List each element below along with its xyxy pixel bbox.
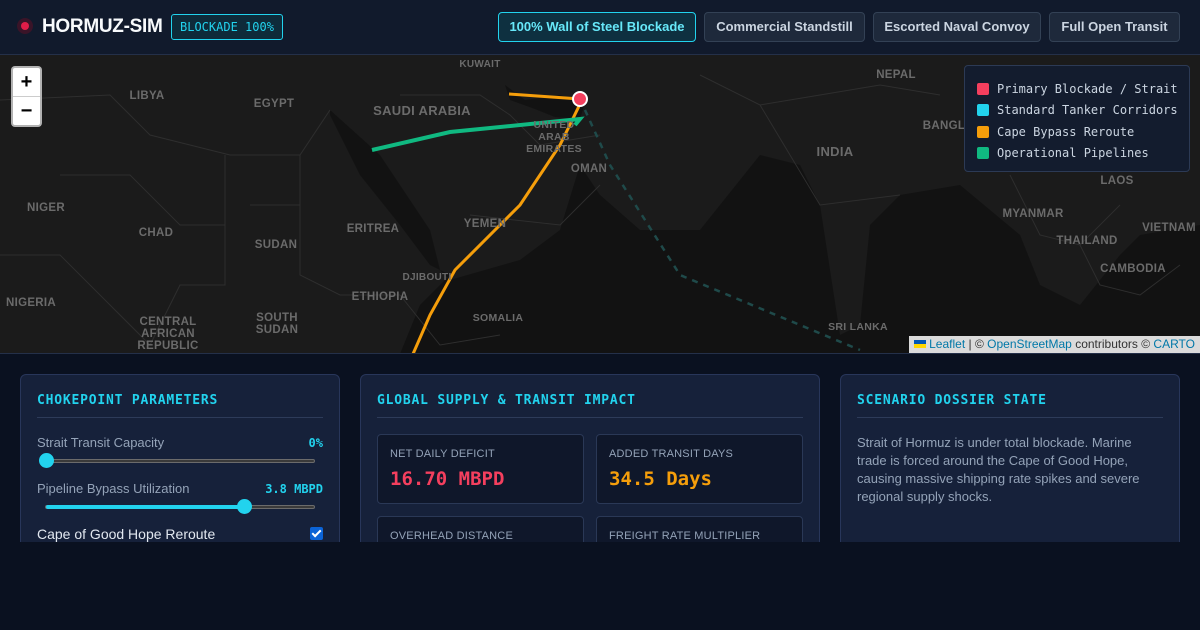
zoom-in-button[interactable]: + [13, 68, 40, 97]
metric-value: 16.70 MBPD [390, 468, 505, 490]
map-label: VIETNAM [1142, 222, 1196, 234]
cape-reroute-checkbox[interactable] [310, 527, 323, 540]
pipeline-bypass-value: 3.8 MBPD [265, 482, 323, 496]
legend-item: Primary Blockade / Strait [977, 78, 1189, 100]
ukraine-flag-icon [914, 340, 927, 348]
legend-swatch-icon [977, 104, 989, 117]
divider [377, 417, 803, 418]
legend-item: Cape Bypass Reroute [977, 121, 1189, 143]
legend-swatch-icon [977, 125, 989, 138]
map-label: DJIBOUTI [402, 272, 452, 283]
openstreetmap-link[interactable]: OpenStreetMap [987, 337, 1072, 351]
metric-card-deficit: NET DAILY DEFICIT 16.70 MBPD [377, 434, 584, 504]
app-header: HORMUZ-SIM BLOCKADE 100% 100% Wall of St… [0, 0, 1200, 55]
legend-label: Primary Blockade / Strait [997, 81, 1178, 96]
legend-item: Standard Tanker Corridors [977, 100, 1189, 122]
scenario-commercial-standstill-button[interactable]: Commercial Standstill [704, 12, 865, 42]
legend-swatch-icon [977, 147, 989, 160]
map-label: SOUTH SUDAN [255, 312, 299, 336]
scenario-dossier-panel: SCENARIO DOSSIER STATE Strait of Hormuz … [840, 374, 1180, 564]
map-legend: Primary Blockade / Strait Standard Tanke… [964, 65, 1190, 172]
map-label: THAILAND [1056, 235, 1118, 247]
map-label: LAOS [1100, 175, 1134, 187]
map-label: INDIA [816, 144, 854, 159]
pipeline-bypass-slider[interactable] [45, 499, 315, 514]
divider [857, 417, 1163, 418]
strait-blockade-marker [572, 91, 588, 107]
slider-thumb[interactable] [237, 499, 253, 514]
slider-fill [46, 505, 245, 509]
map-label: CENTRAL AFRICAN REPUBLIC [137, 316, 199, 352]
attribution-separator: | © [968, 337, 984, 351]
attribution-contributors: contributors © [1075, 337, 1151, 351]
panel-title: CHOKEPOINT PARAMETERS [37, 393, 219, 408]
divider [37, 417, 323, 418]
map-label: BANGL [922, 120, 966, 132]
map-attribution: Leaflet | © OpenStreetMap contributors ©… [909, 336, 1200, 353]
legend-label: Operational Pipelines [997, 146, 1149, 161]
map-label: YEMEN [463, 218, 507, 230]
legend-item: Operational Pipelines [977, 143, 1189, 165]
map-label: SRI LANKA [828, 321, 888, 333]
map-label: EGYPT [253, 98, 295, 110]
supply-impact-panel: GLOBAL SUPPLY & TRANSIT IMPACT NET DAILY… [360, 374, 820, 564]
legend-swatch-icon [977, 82, 989, 95]
map-label: OMAN [570, 163, 608, 175]
map-label: SUDAN [254, 239, 298, 251]
scenario-full-open-transit-button[interactable]: Full Open Transit [1049, 12, 1180, 42]
panel-title: GLOBAL SUPPLY & TRANSIT IMPACT [377, 393, 636, 408]
metric-label: FREIGHT RATE MULTIPLIER [609, 530, 761, 542]
zoom-control: + − [11, 66, 42, 127]
app-title: HORMUZ-SIM [42, 16, 163, 37]
map-label: ERITREA [346, 223, 400, 235]
map-label: NEPAL [876, 69, 916, 81]
scenario-wall-of-steel-button[interactable]: 100% Wall of Steel Blockade [498, 12, 696, 42]
scenario-escorted-convoy-button[interactable]: Escorted Naval Convoy [873, 12, 1041, 42]
strait-capacity-slider[interactable] [39, 453, 315, 468]
map-label: SAUDI ARABIA [373, 103, 471, 118]
map-label: NIGERIA [5, 297, 57, 309]
map-label: NIGER [27, 202, 65, 214]
map-label: MYANMAR [1002, 208, 1064, 220]
strait-capacity-value: 0% [308, 436, 323, 450]
pipeline-bypass-label: Pipeline Bypass Utilization [37, 481, 190, 496]
status-badge: BLOCKADE 100% [171, 14, 283, 40]
map-view[interactable]: LIBYA EGYPT KUWAIT SAUDI ARABIA UNITED A… [0, 55, 1200, 354]
metric-value: 34.5 Days [609, 468, 712, 490]
map-label: KUWAIT [459, 59, 501, 70]
metric-label: NET DAILY DEFICIT [390, 448, 495, 460]
panel-title: SCENARIO DOSSIER STATE [857, 393, 1047, 408]
metric-label: ADDED TRANSIT DAYS [609, 448, 734, 460]
chokepoint-parameters-panel: CHOKEPOINT PARAMETERS Strait Transit Cap… [20, 374, 340, 564]
strait-capacity-label: Strait Transit Capacity [37, 435, 165, 450]
map-label: LIBYA [129, 90, 165, 102]
map-label: ETHIOPIA [351, 291, 409, 303]
legend-label: Cape Bypass Reroute [997, 124, 1135, 139]
leaflet-link[interactable]: Leaflet [929, 337, 965, 351]
dossier-text: Strait of Hormuz is under total blockade… [857, 435, 1140, 504]
map-label: UNITED ARAB EMIRATES [526, 119, 582, 155]
metric-card-transit-days: ADDED TRANSIT DAYS 34.5 Days [596, 434, 803, 504]
status-indicator-icon [17, 18, 33, 34]
map-label: CHAD [138, 227, 174, 239]
page-background [0, 542, 1200, 630]
zoom-out-button[interactable]: − [13, 97, 40, 126]
map-label: CAMBODIA [1100, 263, 1166, 275]
slider-thumb[interactable] [39, 453, 54, 468]
metric-label: OVERHEAD DISTANCE [390, 530, 513, 542]
carto-link[interactable]: CARTO [1153, 337, 1195, 351]
map-label: SOMALIA [472, 312, 524, 324]
cape-reroute-label: Cape of Good Hope Reroute [37, 526, 216, 542]
legend-label: Standard Tanker Corridors [997, 103, 1178, 118]
